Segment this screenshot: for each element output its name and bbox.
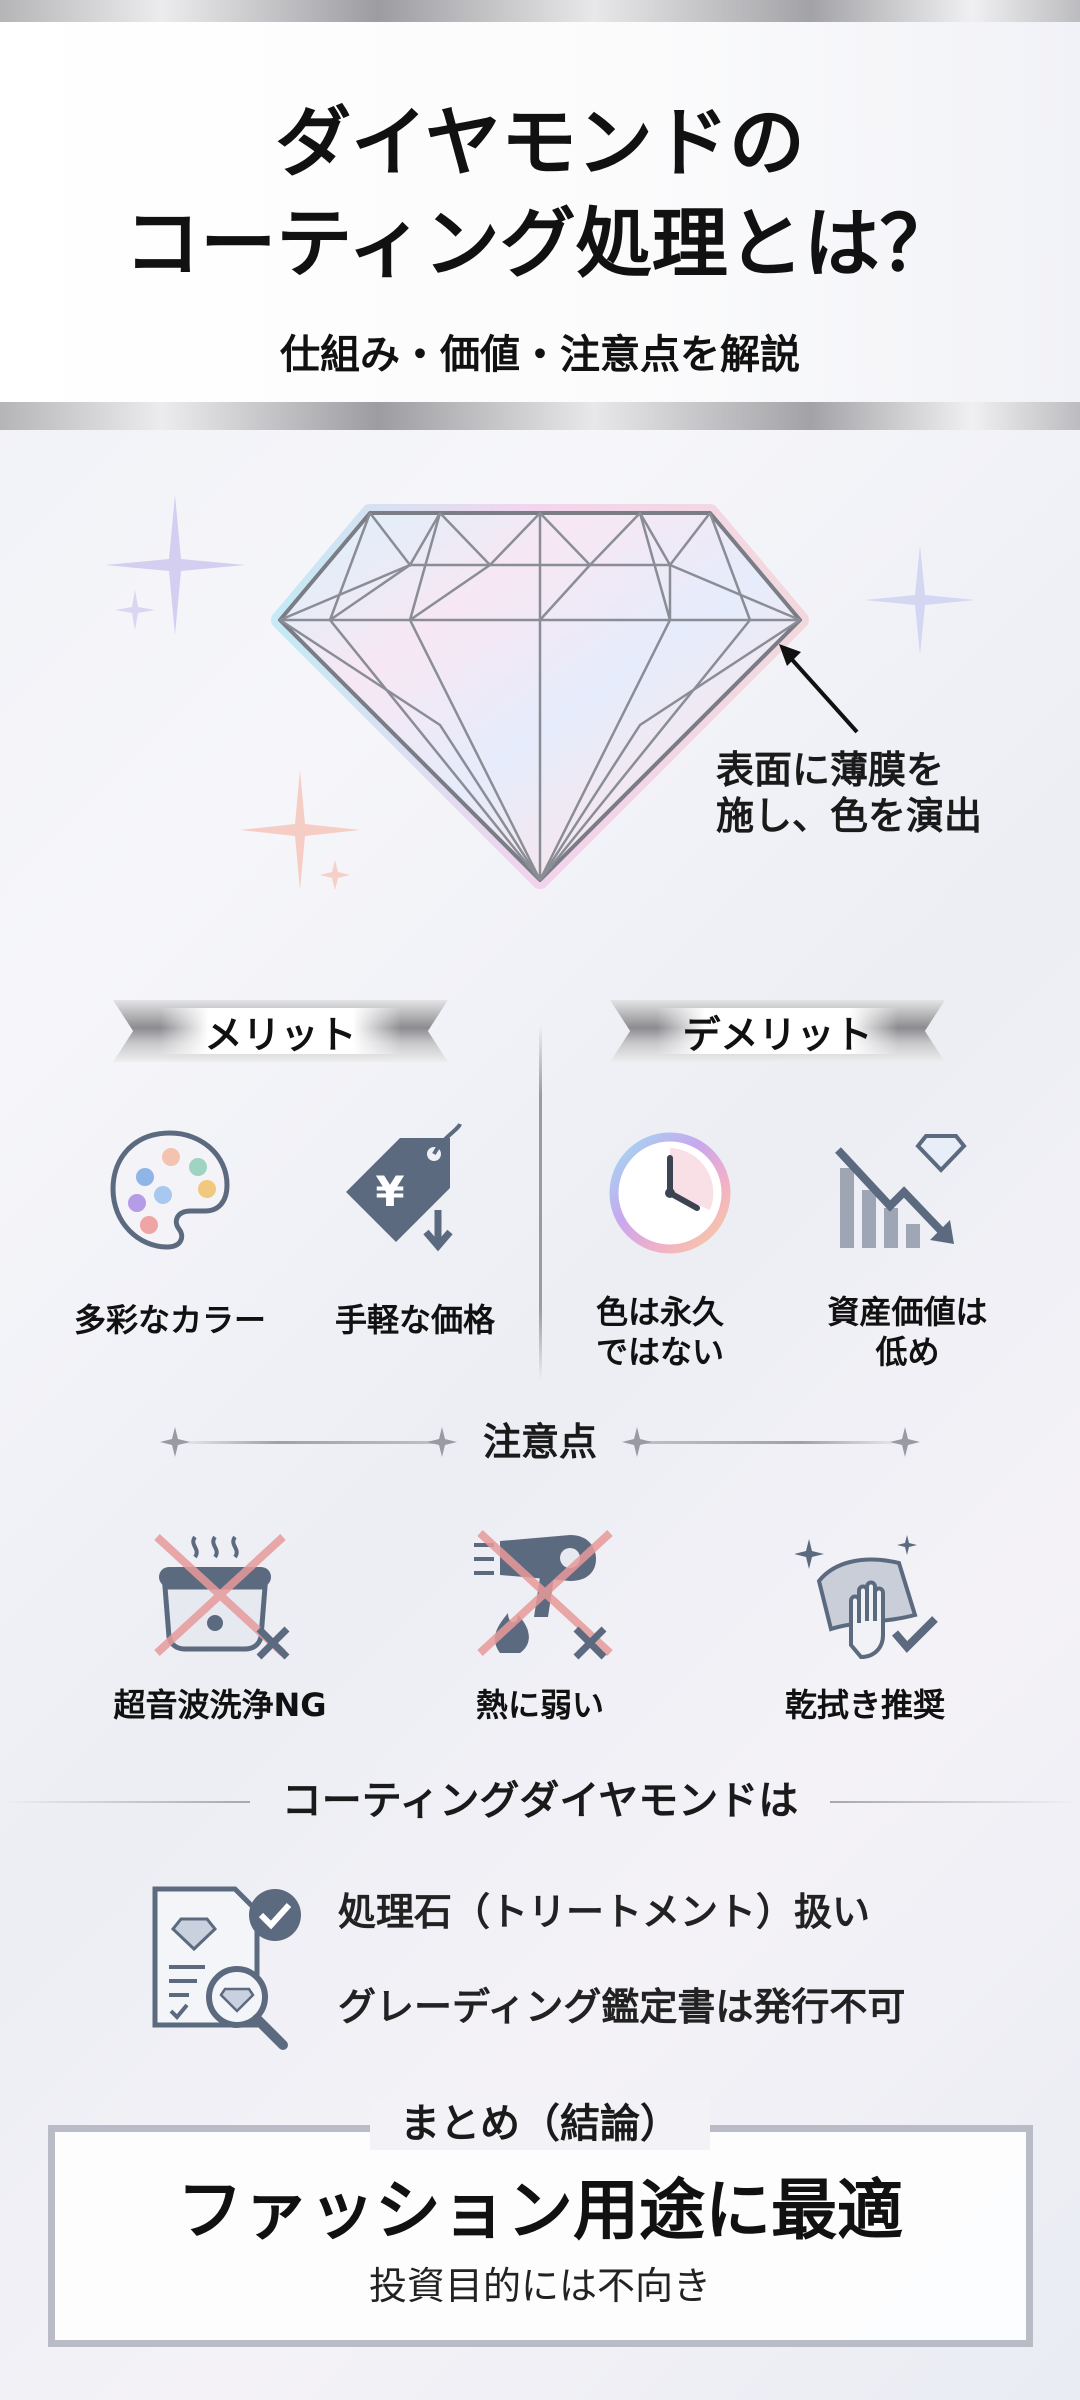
sparkle-right-icon (865, 545, 975, 655)
summary-heading: まとめ（結論） (370, 2098, 710, 2150)
caution-label-heat: 熱に弱い (475, 1686, 604, 1724)
demerit-label-asset-line2: 低め (875, 1333, 940, 1371)
merits-heading: メリット (204, 1012, 357, 1057)
cautions-divider-right (640, 1441, 910, 1444)
annotation-arrow-icon (779, 644, 859, 734)
declining-chart-icon (835, 1134, 967, 1248)
caution-label-ultrasonic: 超音波洗浄NG (113, 1686, 327, 1724)
dry-wipe-cloth-icon (795, 1535, 938, 1660)
merit-demerit-divider (539, 1025, 542, 1380)
page-subtitle: 仕組み・価値・注意点を解説 (280, 332, 800, 378)
price-tag-yen-icon: ¥ (346, 1123, 462, 1252)
page-title-line2: コーティング処理とは？ (124, 199, 956, 288)
divider-star-icon (160, 1427, 190, 1457)
top-metal-bar (0, 0, 1080, 22)
palette-icon (110, 1130, 230, 1250)
coated-item-treatment: 処理石（トリートメント）扱い (338, 1890, 871, 1934)
merit-label-price: 手軽な価格 (334, 1301, 495, 1339)
ultrasonic-cleaner-icon (154, 1534, 290, 1660)
demerit-label-color-line1: 色は永久 (595, 1293, 724, 1331)
diamond-annotation-line1: 表面に薄膜を (716, 748, 945, 792)
certificate-inspection-icon (152, 1886, 301, 2050)
divider-star-icon (622, 1427, 652, 1457)
coated-item-certificate: グレーディング鑑定書は発行不可 (338, 1985, 906, 2029)
demerits-heading: デメリット (682, 1012, 873, 1057)
merit-label-colors: 多彩なカラー (73, 1301, 266, 1339)
coated-heading: コーティングダイヤモンドは (281, 1778, 799, 1824)
summary-sub: 投資目的には不向き (368, 2264, 711, 2308)
hair-dryer-heat-icon (474, 1530, 613, 1660)
page-title-line1: ダイヤモンドの (275, 98, 805, 187)
sparkle-left-icon (105, 495, 245, 635)
diamond-annotation-line2: 施し、色を演出 (716, 794, 983, 838)
demerit-label-asset-line1: 資産価値は (827, 1293, 988, 1331)
coated-divider-left (0, 1801, 250, 1803)
divider-star-icon (890, 1427, 920, 1457)
merits-heading-ribbon: メリット (113, 1000, 448, 1062)
coated-divider-right (830, 1801, 1080, 1803)
caution-label-dry-wipe: 乾拭き推奨 (784, 1686, 945, 1724)
cautions-divider-left (170, 1441, 440, 1444)
demerit-label-color-line2: ではない (595, 1333, 724, 1371)
header-bottom-metal-bar (0, 402, 1080, 430)
clock-icon (609, 1132, 731, 1254)
cautions-heading: 注意点 (482, 1420, 597, 1464)
demerits-heading-ribbon: デメリット (610, 1000, 945, 1062)
summary-main: ファッション用途に最適 (177, 2171, 903, 2249)
yen-symbol: ¥ (375, 1167, 404, 1216)
divider-star-icon (427, 1427, 457, 1457)
